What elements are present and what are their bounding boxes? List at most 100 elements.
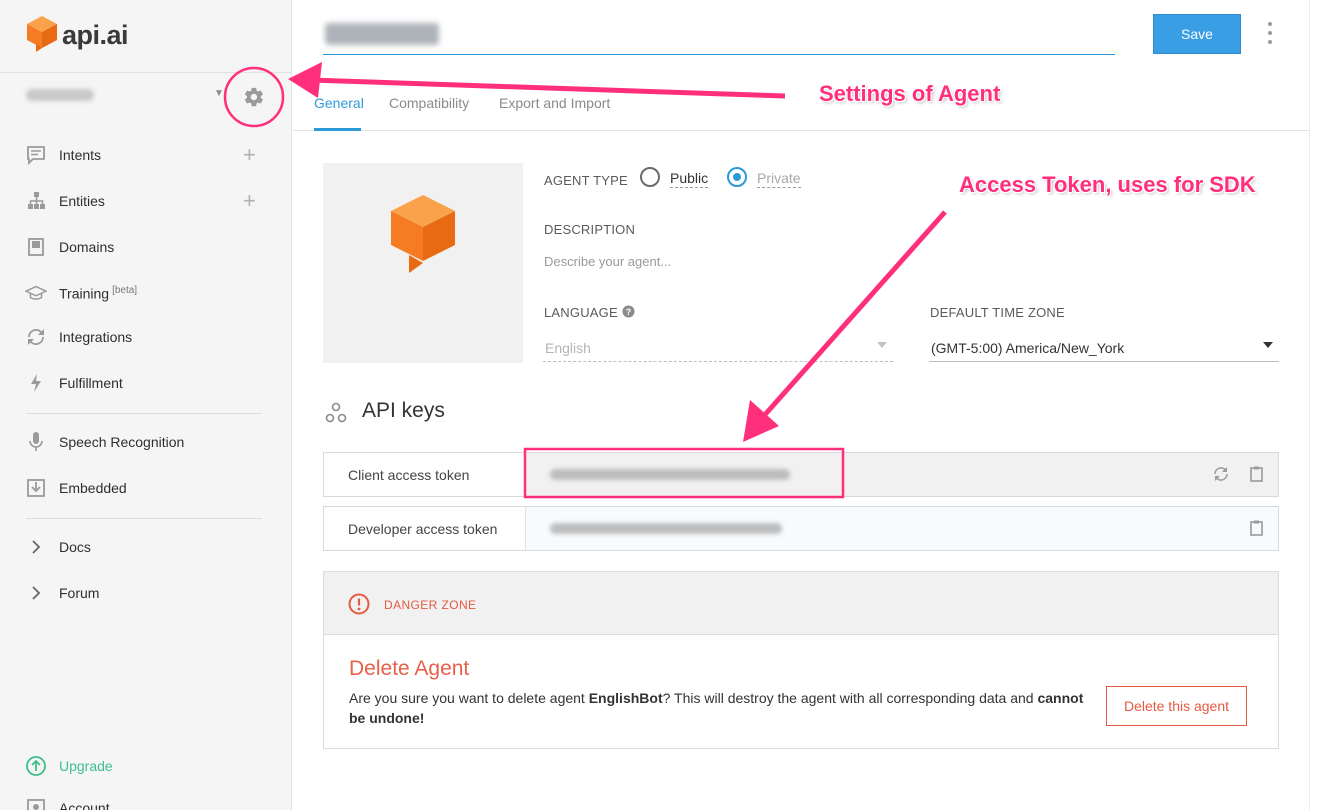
tab-general[interactable]: General	[314, 95, 364, 111]
download-box-icon	[25, 477, 47, 499]
agent-settings-gear-icon[interactable]	[243, 86, 265, 108]
sidebar-item-label: Integrations	[59, 329, 133, 345]
sidebar-item-embedded[interactable]: Embedded	[0, 473, 292, 503]
copy-clipboard-icon[interactable]	[1247, 519, 1265, 537]
description-input[interactable]: Describe your agent...	[544, 254, 671, 269]
graduation-cap-icon	[25, 282, 47, 304]
radio-private-label[interactable]: Private	[757, 170, 801, 188]
more-vert-icon[interactable]	[1267, 22, 1273, 44]
sidebar-item-label: Docs	[59, 539, 91, 555]
sidebar: api.ai ▼ Intents + Entities + Domains Tr…	[0, 0, 292, 810]
add-intent-plus-icon[interactable]: +	[243, 144, 256, 166]
sidebar-item-label: Fulfillment	[59, 375, 123, 391]
sidebar-item-training[interactable]: Training [beta]	[0, 278, 292, 308]
sidebar-item-label: Training	[59, 285, 110, 302]
radio-public[interactable]	[640, 167, 660, 187]
add-entity-plus-icon[interactable]: +	[243, 190, 256, 212]
api-keys-title: API keys	[362, 399, 445, 422]
caret-down-icon: ▼	[214, 88, 224, 99]
delete-agent-title: Delete Agent	[349, 657, 470, 680]
timezone-label: DEFAULT TIME ZONE	[930, 305, 1065, 320]
developer-token-label: Developer access token	[348, 521, 498, 537]
settings-tabs: General Compatibility Export and Import	[293, 73, 1309, 131]
sidebar-item-label: Domains	[59, 239, 115, 255]
sidebar-item-label: Forum	[59, 585, 100, 601]
sync-icon	[25, 326, 47, 348]
chevron-right-icon	[25, 536, 47, 558]
api-ai-logo-icon	[26, 14, 58, 57]
copy-clipboard-icon[interactable]	[1247, 465, 1265, 483]
account-icon	[25, 797, 47, 810]
sidebar-item-fulfillment[interactable]: Fulfillment	[0, 368, 292, 398]
refresh-icon[interactable]	[1212, 465, 1230, 483]
chevron-right-icon	[25, 582, 47, 604]
microphone-icon	[25, 431, 47, 453]
delete-text-mid: ? This will destroy the agent with all c…	[662, 690, 1038, 706]
sidebar-item-label: Upgrade	[59, 758, 113, 774]
language-label: LANGUAGE	[544, 305, 618, 320]
sidebar-item-intents[interactable]: Intents +	[0, 140, 292, 170]
developer-access-token-row: Developer access token	[323, 506, 1279, 551]
book-icon	[25, 236, 47, 258]
logo-text: api.ai	[62, 20, 129, 50]
sidebar-item-account[interactable]: Account	[0, 793, 292, 810]
sidebar-item-forum[interactable]: Forum	[0, 578, 292, 608]
developer-token-field[interactable]	[525, 507, 1278, 550]
timezone-value: (GMT-5:00) America/New_York	[931, 340, 1125, 356]
danger-zone-title: DANGER ZONE	[384, 598, 477, 612]
sidebar-item-speech-recognition[interactable]: Speech Recognition	[0, 427, 292, 457]
sidebar-item-integrations[interactable]: Integrations	[0, 322, 292, 352]
sidebar-item-docs[interactable]: Docs	[0, 532, 292, 562]
timezone-select[interactable]: (GMT-5:00) America/New_York	[929, 334, 1279, 362]
caret-down-icon	[1263, 342, 1273, 348]
agent-name-input[interactable]	[323, 17, 1115, 55]
tab-compatibility[interactable]: Compatibility	[389, 95, 469, 111]
sidebar-item-label: Embedded	[59, 480, 127, 496]
language-select[interactable]: English	[543, 334, 893, 362]
client-token-label: Client access token	[348, 467, 470, 483]
sidebar-item-domains[interactable]: Domains	[0, 232, 292, 262]
radio-private[interactable]	[727, 167, 747, 187]
language-value: English	[545, 340, 591, 356]
logo[interactable]: api.ai	[26, 14, 129, 57]
radio-public-label[interactable]: Public	[670, 170, 709, 188]
header: Save	[293, 0, 1327, 73]
scrollbar-track[interactable]	[1309, 0, 1310, 810]
client-token-field[interactable]	[525, 453, 1278, 496]
tab-export-import[interactable]: Export and Import	[499, 95, 610, 111]
annotation-token-text: Access Token, uses for SDK	[959, 172, 1256, 197]
sidebar-item-label: Intents	[59, 147, 102, 163]
delete-agent-button[interactable]: Delete this agent	[1106, 686, 1247, 726]
sidebar-item-label-wrap: Training [beta]	[59, 285, 137, 302]
sidebar-item-label: Speech Recognition	[59, 434, 185, 450]
alert-circle-icon	[348, 593, 370, 620]
active-tab-indicator	[314, 128, 361, 131]
delete-text-pre: Are you sure you want to delete agent	[349, 690, 589, 706]
agent-avatar-upload[interactable]	[323, 163, 523, 363]
danger-zone-header: DANGER ZONE	[324, 572, 1278, 635]
sidebar-divider	[0, 72, 292, 73]
sidebar-item-label: Entities	[59, 193, 105, 209]
delete-agent-name: EnglishBot	[588, 690, 663, 706]
sidebar-item-label: Account	[59, 800, 110, 810]
hierarchy-icon	[25, 190, 47, 212]
agent-selector[interactable]: ▼	[26, 86, 226, 106]
chat-bubble-icon	[25, 144, 47, 166]
help-icon[interactable]: ?	[622, 305, 635, 323]
sidebar-item-upgrade[interactable]: Upgrade	[0, 751, 292, 781]
token-arrow-head	[743, 400, 779, 442]
developer-token-redacted	[550, 523, 782, 534]
caret-down-icon	[877, 342, 887, 348]
beta-badge: [beta]	[112, 284, 138, 296]
description-label: DESCRIPTION	[544, 222, 636, 237]
lightning-icon	[25, 372, 47, 394]
agent-type-label: AGENT TYPE	[544, 173, 628, 188]
sidebar-item-entities[interactable]: Entities +	[0, 186, 292, 216]
token-arrow-line	[760, 210, 947, 420]
agent-name-redacted	[325, 23, 439, 45]
sidebar-divider	[26, 413, 262, 414]
annotation-settings-text: Settings of Agent	[819, 81, 1001, 106]
danger-zone: DANGER ZONE Delete Agent Are you sure yo…	[323, 571, 1279, 749]
save-button[interactable]: Save	[1153, 14, 1241, 54]
sidebar-divider	[26, 518, 262, 519]
